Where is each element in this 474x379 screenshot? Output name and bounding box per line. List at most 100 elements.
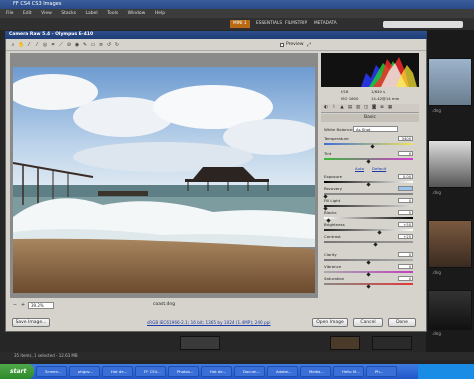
taskbar-button[interactable]: Hello M... (333, 366, 364, 377)
panel-header: Basic (321, 114, 419, 122)
red-eye-icon[interactable]: ◉ (74, 42, 80, 48)
taskbar-button[interactable]: Adobe... (267, 366, 298, 377)
menu-file[interactable]: File (6, 11, 14, 16)
taskbar-button[interactable]: Screen... (36, 366, 67, 377)
workspace-tab-essentials[interactable]: ESSENTIALS (253, 20, 285, 28)
graduated-filter-icon[interactable]: ▭ (90, 42, 96, 48)
taskbar-button[interactable]: Hot de... (201, 366, 232, 377)
taskbar-button[interactable]: Photos... (168, 366, 199, 377)
shutter-value: 1/640 s (371, 89, 386, 94)
tone-curve-tab-icon[interactable]: ⌇ (331, 105, 337, 111)
slider-value-input[interactable]: 0.00 (398, 174, 413, 179)
cancel-button[interactable]: Cancel (353, 318, 383, 327)
slider-value-input[interactable]: 0 (398, 252, 413, 257)
straighten-tool-icon[interactable]: ⟋ (58, 42, 64, 48)
adjustment-brush-icon[interactable]: ✎ (82, 42, 88, 48)
slider-value-input[interactable]: 0 (398, 264, 413, 269)
thumbnail-label: .dng (432, 190, 441, 195)
thumbnail-label: .dng (432, 331, 441, 336)
done-button[interactable]: Done (388, 318, 416, 327)
preferences-icon[interactable]: ≡ (98, 42, 104, 48)
slider-track[interactable] (324, 143, 413, 145)
slider-track[interactable] (324, 205, 413, 207)
camera-calibration-tab-icon[interactable]: ◙ (371, 105, 377, 111)
fullscreen-icon[interactable]: ⤢ (306, 42, 312, 48)
detail-tab-icon[interactable]: ▲ (339, 105, 345, 111)
thumbnail[interactable] (372, 336, 412, 350)
split-toning-tab-icon[interactable]: ▥ (355, 105, 361, 111)
slider-track[interactable] (324, 193, 413, 195)
thumbnail[interactable] (428, 58, 472, 106)
thumbnail-label: .dng (432, 270, 441, 275)
taskbar-button[interactable]: Ph... (366, 366, 397, 377)
menu-view[interactable]: View (41, 11, 52, 16)
slider-value-input[interactable]: 0 (398, 276, 413, 281)
slider-value-input[interactable]: +50 (398, 222, 413, 227)
default-link[interactable]: Default (372, 166, 386, 171)
white-balance-tool-icon[interactable]: ⁄ (26, 42, 32, 48)
menu-stacks[interactable]: Stacks (61, 11, 76, 16)
focal-length-value: 14-42@14 mm (371, 96, 400, 101)
rotate-left-icon[interactable]: ↺ (106, 42, 112, 48)
taskbar-button[interactable]: Docum... (234, 366, 265, 377)
bridge-title-bar: FF CS4 CS3 Images (0, 0, 474, 9)
workflow-options-link[interactable]: sRGB IEC61966-2.1; 16 bit; 1365 by 1024 … (147, 320, 271, 325)
hand-tool-icon[interactable]: ✋ (18, 42, 24, 48)
basic-tab-icon[interactable]: ◐ (323, 105, 329, 111)
menu-tools[interactable]: Tools (107, 11, 118, 16)
taskbar-button[interactable]: FF CS4... (135, 366, 166, 377)
system-tray (418, 364, 474, 379)
menu-label[interactable]: Label (86, 11, 98, 16)
slider-value-input[interactable]: +25 (398, 234, 413, 239)
slider-label: Contrast (324, 234, 341, 239)
slider-track[interactable] (324, 241, 413, 243)
slider-value-input[interactable]: 0 (398, 151, 413, 156)
slider-value-input[interactable]: 5 (398, 210, 413, 215)
workspace-tab-mini[interactable]: MINI 1 (230, 20, 250, 28)
snapshots-tab-icon[interactable]: ▦ (387, 105, 393, 111)
thumbnail[interactable] (330, 336, 360, 350)
slider-label: Blacks (324, 210, 337, 215)
slider-value-input[interactable] (398, 186, 413, 191)
bridge-search-input[interactable] (383, 21, 463, 28)
thumbnail[interactable] (428, 290, 472, 330)
white-balance-select[interactable]: As Shot (353, 126, 398, 132)
open-image-button[interactable]: Open Image (312, 318, 348, 327)
targeted-adjustment-icon[interactable]: ◎ (42, 42, 48, 48)
slider-value-input[interactable]: 0 (398, 198, 413, 203)
photo-preview (13, 67, 315, 293)
start-button[interactable]: start (0, 364, 34, 379)
slider-label: Saturation (324, 276, 345, 281)
zoom-tool-icon[interactable]: ⌕ (10, 42, 16, 48)
spot-removal-icon[interactable]: ⊘ (66, 42, 72, 48)
slider-value-input[interactable]: 5400 (398, 136, 413, 141)
taskbar-button[interactable]: Hot de... (102, 366, 133, 377)
hsl-tab-icon[interactable]: ▤ (347, 105, 353, 111)
taskbar-button[interactable]: phgov... (69, 366, 100, 377)
presets-tab-icon[interactable]: ≣ (379, 105, 385, 111)
slider-label: Exposure (324, 174, 343, 179)
save-image-button[interactable]: Save Image... (12, 318, 50, 327)
crop-tool-icon[interactable]: ⌗ (50, 42, 56, 48)
workspace-tab-metadata[interactable]: METADATA (311, 20, 340, 28)
rotate-right-icon[interactable]: ↻ (114, 42, 120, 48)
thumbnail[interactable] (428, 220, 472, 268)
preview-checkbox[interactable] (280, 43, 284, 47)
slider-track[interactable] (324, 229, 413, 231)
zoom-out-icon[interactable]: − (12, 302, 18, 308)
menu-help[interactable]: Help (155, 11, 165, 16)
thumbnail-label: .dng (432, 108, 441, 113)
white-balance-label: White Balance: (324, 127, 354, 132)
thumbnail[interactable] (428, 140, 472, 188)
thumbnail[interactable] (180, 336, 220, 350)
menu-edit[interactable]: Edit (23, 11, 32, 16)
taskbar-button[interactable]: Media... (300, 366, 331, 377)
color-sampler-icon[interactable]: ⁄ (34, 42, 40, 48)
zoom-in-icon[interactable]: + (20, 302, 26, 308)
workspace-tab-filmstrip[interactable]: FILMSTRIP (282, 20, 310, 28)
auto-link[interactable]: Auto (355, 166, 364, 171)
slider-track[interactable] (324, 217, 413, 219)
lens-corrections-tab-icon[interactable]: ◫ (363, 105, 369, 111)
menu-window[interactable]: Window (128, 11, 146, 16)
zoom-level-select[interactable]: 39.2% (28, 302, 54, 309)
